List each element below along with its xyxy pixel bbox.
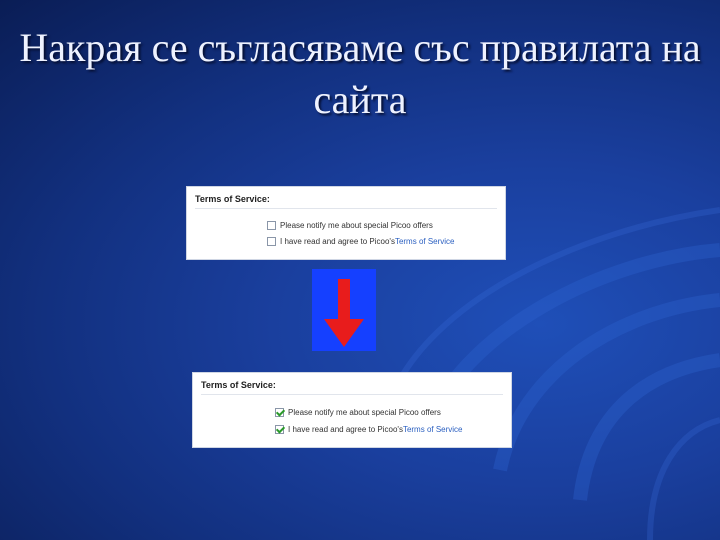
divider: [195, 208, 497, 209]
offers-checkbox-checked[interactable]: [275, 408, 284, 417]
terms-link[interactable]: Terms of Service: [395, 237, 455, 246]
agree-label: I have read and agree to Picoo's: [288, 425, 403, 434]
offers-label: Please notify me about special Picoo off…: [280, 221, 433, 230]
offers-option: Please notify me about special Picoo off…: [275, 408, 441, 417]
offers-checkbox[interactable]: [267, 221, 276, 230]
offers-label: Please notify me about special Picoo off…: [288, 408, 441, 417]
agree-label: I have read and agree to Picoo's: [280, 237, 395, 246]
terms-heading: Terms of Service:: [195, 194, 270, 204]
agree-checkbox[interactable]: [267, 237, 276, 246]
terms-link[interactable]: Terms of Service: [403, 425, 463, 434]
terms-heading: Terms of Service:: [201, 380, 276, 390]
slide-title: Накрая се съгласяваме със правилата на с…: [19, 25, 701, 122]
terms-panel-before: Terms of Service: Please notify me about…: [186, 186, 506, 260]
agree-option: I have read and agree to Picoo's Terms o…: [267, 237, 455, 246]
agree-option: I have read and agree to Picoo's Terms o…: [275, 425, 463, 434]
arrow-box: [312, 269, 376, 351]
offers-option: Please notify me about special Picoo off…: [267, 221, 433, 230]
divider: [201, 394, 503, 395]
agree-checkbox-checked[interactable]: [275, 425, 284, 434]
arrow-down-icon: [324, 279, 364, 347]
terms-panel-after: Terms of Service: Please notify me about…: [192, 372, 512, 448]
